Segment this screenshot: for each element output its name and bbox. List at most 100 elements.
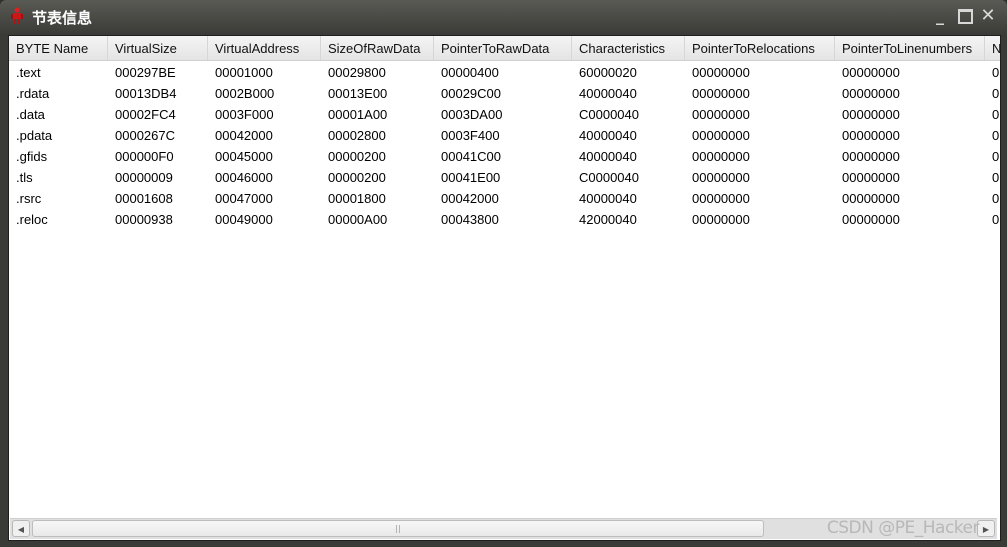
table-cell: 0003F000	[215, 107, 274, 122]
table-cell: 60000020	[579, 65, 637, 80]
table-cell: C0000040	[579, 107, 639, 122]
table-cell: 00000200	[328, 149, 386, 164]
table-cell: 0	[992, 86, 1000, 101]
table-cell: 00002FC4	[115, 107, 176, 122]
table-cell: 00000000	[842, 191, 900, 206]
table-cell: 0	[992, 191, 1000, 206]
table-cell: 00001A00	[328, 107, 388, 122]
table-cell: 00029C00	[441, 86, 501, 101]
table-cell: 00013E00	[328, 86, 388, 101]
scroll-left-button[interactable]: ◀	[12, 520, 30, 537]
column-header[interactable]: VirtualSize	[108, 36, 208, 60]
table-cell: 00047000	[215, 191, 273, 206]
table-cell: 0003DA00	[441, 107, 503, 122]
maximize-icon[interactable]	[957, 8, 973, 24]
table-cell: 000000F0	[115, 149, 174, 164]
table-cell: 00043800	[441, 212, 499, 227]
table-row[interactable]: .reloc 00000938 00049000 00000A00 00043800 42…	[9, 209, 1000, 230]
table-cell: 00000938	[115, 212, 173, 227]
table-cell: .gfids	[16, 149, 48, 164]
table-cell: 00000000	[842, 170, 900, 185]
table-cell: 00000009	[115, 170, 173, 185]
table-cell: .rsrc	[16, 191, 42, 206]
table-cell: 40000040	[579, 191, 637, 206]
column-header[interactable]: VirtualAddress	[208, 36, 321, 60]
table-cell: 00045000	[215, 149, 273, 164]
table-cell: 00000A00	[328, 212, 388, 227]
table-row[interactable]: .data 00002FC4 0003F000 00001A00 0003DA00 C00…	[9, 104, 1000, 125]
table-cell: 0	[992, 212, 1000, 227]
title-bar[interactable]: 节表信息 _ ✕	[0, 0, 1007, 34]
table-cell: 00000000	[842, 65, 900, 80]
table-cell: 00001608	[115, 191, 173, 206]
column-header[interactable]: SizeOfRawData	[321, 36, 434, 60]
table-cell: 00013DB4	[115, 86, 177, 101]
table-row[interactable]: .tls 00000009 00046000 00000200 00041E00 C000…	[9, 167, 1000, 188]
table-cell: 00000000	[692, 86, 750, 101]
table-cell: 00000000	[842, 149, 900, 164]
table-cell: .rdata	[16, 86, 50, 101]
red-robot-icon	[11, 7, 23, 24]
close-icon[interactable]: ✕	[980, 7, 996, 25]
table-cell: 0000267C	[115, 128, 175, 143]
table-cell: .reloc	[16, 212, 48, 227]
table-row[interactable]: .rdata 00013DB4 0002B000 00013E00 00029C00 40…	[9, 83, 1000, 104]
table-cell: 00046000	[215, 170, 273, 185]
column-header[interactable]: N	[985, 36, 1000, 60]
table-cell: 00000000	[842, 212, 900, 227]
column-header[interactable]: PointerToRawData	[434, 36, 572, 60]
window: 节表信息 _ ✕ BYTE Name VirtualSize VirtualAddr…	[0, 0, 1007, 547]
horizontal-scrollbar[interactable]: ◀ || ▶ CSDN @PE_Hacker	[10, 518, 997, 539]
table-cell: 00001000	[215, 65, 273, 80]
table-cell: 40000040	[579, 149, 637, 164]
table-cell: .text	[16, 65, 41, 80]
table-cell: 00000000	[842, 128, 900, 143]
table-cell: 00000400	[441, 65, 499, 80]
table-row[interactable]: .gfids 000000F0 00045000 00000200 00041C00 40…	[9, 146, 1000, 167]
table-cell: 00000200	[328, 170, 386, 185]
table-cell: .pdata	[16, 128, 53, 143]
table-row[interactable]: .text 000297BE 00001000 00029800 00000400 600…	[9, 62, 1000, 83]
table-cell: 0	[992, 128, 1000, 143]
table-row[interactable]: .rsrc 00001608 00047000 00001800 00042000 400…	[9, 188, 1000, 209]
table-cell: 00000000	[692, 170, 750, 185]
table-cell: 40000040	[579, 128, 637, 143]
scroll-right-button[interactable]: ▶	[977, 520, 995, 537]
table-cell: 00000000	[842, 86, 900, 101]
table-cell: 00029800	[328, 65, 386, 80]
table-cell: 00000000	[842, 107, 900, 122]
table-cell: 00000000	[692, 107, 750, 122]
table-cell: .tls	[16, 170, 33, 185]
section-table: BYTE Name VirtualSize VirtualAddress SizeOf…	[8, 35, 1001, 541]
watermark: CSDN @PE_Hacker	[826, 518, 980, 538]
table-cell: 0	[992, 170, 1000, 185]
table-cell: 00042000	[215, 128, 273, 143]
table-cell: 00000000	[692, 128, 750, 143]
table-cell: 00002800	[328, 128, 386, 143]
table-cell: .data	[16, 107, 45, 122]
column-header[interactable]: PointerToLinenumbers	[835, 36, 985, 60]
table-cell: 00001800	[328, 191, 386, 206]
table-header: BYTE Name VirtualSize VirtualAddress SizeOf…	[9, 36, 1000, 61]
table-cell: 00000000	[692, 191, 750, 206]
table-cell: 00000000	[692, 65, 750, 80]
table-cell: 0	[992, 65, 1000, 80]
minimize-icon[interactable]: _	[932, 8, 948, 24]
column-header[interactable]: PointerToRelocations	[685, 36, 835, 60]
scrollbar-thumb[interactable]: ||	[32, 520, 764, 537]
table-cell: 00042000	[441, 191, 499, 206]
column-header[interactable]: BYTE Name	[9, 36, 108, 60]
table-row[interactable]: .pdata 0000267C 00042000 00002800 0003F400 40…	[9, 125, 1000, 146]
table-cell: 000297BE	[115, 65, 176, 80]
table-cell: 0002B000	[215, 86, 275, 101]
column-header[interactable]: Characteristics	[572, 36, 685, 60]
table-cell: C0000040	[579, 170, 639, 185]
table-cell: 00049000	[215, 212, 273, 227]
table-cell: 40000040	[579, 86, 637, 101]
table-cell: 0	[992, 107, 1000, 122]
table-cell: 00000000	[692, 149, 750, 164]
table-cell: 0003F400	[441, 128, 500, 143]
table-cell: 00041C00	[441, 149, 501, 164]
window-title: 节表信息	[32, 9, 93, 27]
table-cell: 42000040	[579, 212, 637, 227]
